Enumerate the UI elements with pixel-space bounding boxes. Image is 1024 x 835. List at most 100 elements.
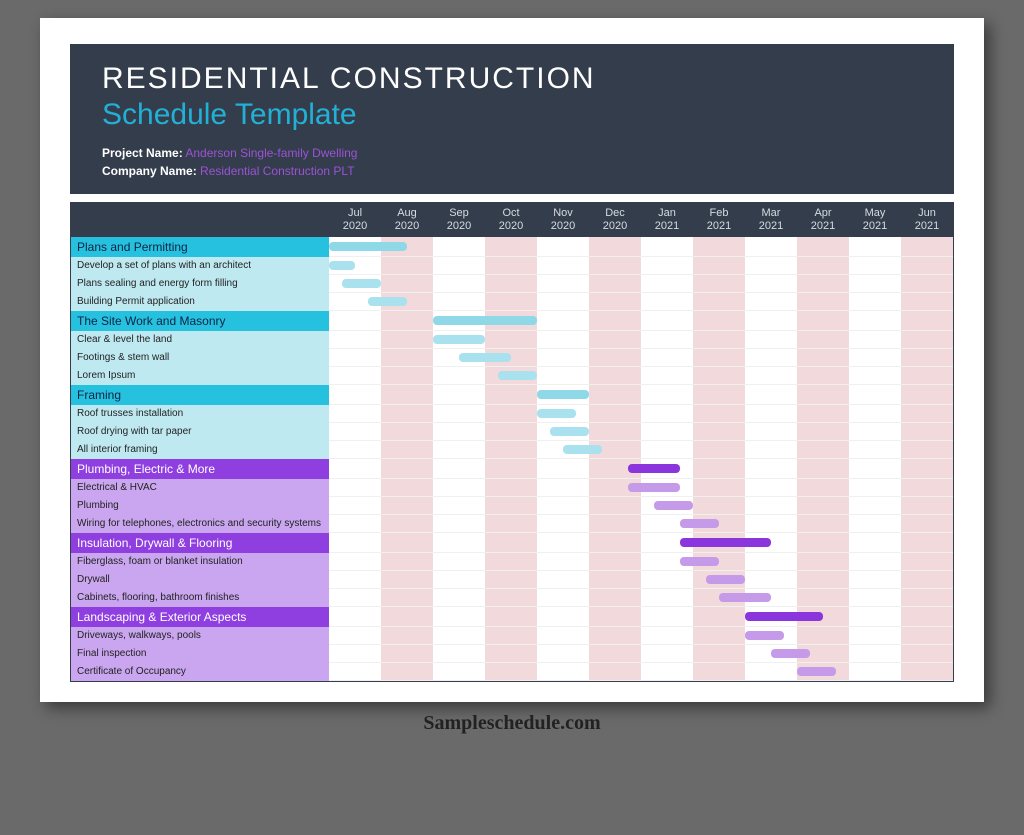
chart-cell	[329, 515, 953, 533]
page: RESIDENTIAL CONSTRUCTION Schedule Templa…	[40, 18, 984, 702]
gantt-bar	[537, 409, 576, 418]
title-line-2: Schedule Template	[102, 98, 922, 132]
task-row: Clear & level the land	[71, 331, 953, 349]
gantt-bar	[719, 593, 771, 602]
section-label: Framing	[71, 385, 329, 405]
gantt-bar	[563, 445, 602, 454]
task-label: Building Permit application	[71, 293, 329, 311]
chart-cell	[329, 311, 953, 331]
task-row: Fiberglass, foam or blanket insulation	[71, 553, 953, 571]
section-row: Landscaping & Exterior Aspects	[71, 607, 953, 627]
gantt-bar	[745, 612, 823, 621]
gantt-bar	[628, 464, 680, 473]
month-header: May2021	[849, 203, 901, 237]
month-header: Jul2020	[329, 203, 381, 237]
task-row: Footings & stem wall	[71, 349, 953, 367]
chart-cell	[329, 293, 953, 311]
chart-cell	[329, 367, 953, 385]
title-line-1: RESIDENTIAL CONSTRUCTION	[102, 62, 922, 96]
gantt-bar	[706, 575, 745, 584]
timeline-header-spacer	[71, 203, 329, 237]
task-label: Lorem Ipsum	[71, 367, 329, 385]
company-name-value: Residential Construction PLT	[200, 164, 355, 178]
task-label: Final inspection	[71, 645, 329, 663]
chart-cell	[329, 479, 953, 497]
section-row: Plumbing, Electric & More	[71, 459, 953, 479]
gantt-bar	[329, 242, 407, 251]
task-row: Electrical & HVAC	[71, 479, 953, 497]
task-label: Drywall	[71, 571, 329, 589]
month-header: Sep2020	[433, 203, 485, 237]
month-header: Feb2021	[693, 203, 745, 237]
gantt-body: Plans and PermittingDevelop a set of pla…	[71, 237, 953, 681]
section-row: Insulation, Drywall & Flooring	[71, 533, 953, 553]
chart-cell	[329, 607, 953, 627]
month-header: Oct2020	[485, 203, 537, 237]
project-name-value: Anderson Single-family Dwelling	[185, 146, 357, 160]
task-label: Fiberglass, foam or blanket insulation	[71, 553, 329, 571]
gantt-bar	[433, 316, 537, 325]
gantt-bar	[368, 297, 407, 306]
task-label: All interior framing	[71, 441, 329, 459]
task-row: Wiring for telephones, electronics and s…	[71, 515, 953, 533]
gantt-bar	[628, 483, 680, 492]
gantt-bar	[797, 667, 836, 676]
gantt-bar	[329, 261, 355, 270]
chart-cell	[329, 497, 953, 515]
chart-cell	[329, 645, 953, 663]
project-name-row: Project Name: Anderson Single-family Dwe…	[102, 146, 922, 160]
chart-cell	[329, 237, 953, 257]
task-row: All interior framing	[71, 441, 953, 459]
task-label: Clear & level the land	[71, 331, 329, 349]
gantt-bar	[342, 279, 381, 288]
chart-cell	[329, 441, 953, 459]
month-header: Apr2021	[797, 203, 849, 237]
gantt-bar	[550, 427, 589, 436]
chart-cell	[329, 257, 953, 275]
chart-cell	[329, 589, 953, 607]
task-label: Footings & stem wall	[71, 349, 329, 367]
task-label: Driveways, walkways, pools	[71, 627, 329, 645]
task-row: Certificate of Occupancy	[71, 663, 953, 681]
chart-cell	[329, 571, 953, 589]
watermark: Sampleschedule.com	[423, 712, 600, 735]
project-name-label: Project Name:	[102, 146, 183, 160]
section-label: Plans and Permitting	[71, 237, 329, 257]
gantt-chart: Jul2020Aug2020Sep2020Oct2020Nov2020Dec20…	[70, 202, 954, 682]
gantt-bar	[680, 557, 719, 566]
gantt-bar	[537, 390, 589, 399]
gantt-bar	[680, 538, 771, 547]
task-label: Electrical & HVAC	[71, 479, 329, 497]
month-header: Nov2020	[537, 203, 589, 237]
task-row: Plans sealing and energy form filling	[71, 275, 953, 293]
chart-cell	[329, 553, 953, 571]
task-row: Roof trusses installation	[71, 405, 953, 423]
section-row: Framing	[71, 385, 953, 405]
company-name-row: Company Name: Residential Construction P…	[102, 164, 922, 178]
task-label: Plumbing	[71, 497, 329, 515]
section-label: Plumbing, Electric & More	[71, 459, 329, 479]
chart-cell	[329, 663, 953, 681]
timeline-header: Jul2020Aug2020Sep2020Oct2020Nov2020Dec20…	[71, 203, 953, 237]
month-columns: Jul2020Aug2020Sep2020Oct2020Nov2020Dec20…	[329, 203, 953, 237]
section-row: The Site Work and Masonry	[71, 311, 953, 331]
gantt-bar	[654, 501, 693, 510]
gantt-bar	[680, 519, 719, 528]
month-header: Jun2021	[901, 203, 953, 237]
chart-cell	[329, 275, 953, 293]
month-header: Aug2020	[381, 203, 433, 237]
task-label: Roof trusses installation	[71, 405, 329, 423]
task-label: Roof drying with tar paper	[71, 423, 329, 441]
task-label: Cabinets, flooring, bathroom finishes	[71, 589, 329, 607]
section-row: Plans and Permitting	[71, 237, 953, 257]
gantt-bar	[498, 371, 537, 380]
chart-cell	[329, 423, 953, 441]
task-row: Plumbing	[71, 497, 953, 515]
section-label: Insulation, Drywall & Flooring	[71, 533, 329, 553]
task-row: Lorem Ipsum	[71, 367, 953, 385]
chart-cell	[329, 331, 953, 349]
task-label: Develop a set of plans with an architect	[71, 257, 329, 275]
chart-cell	[329, 385, 953, 405]
task-row: Develop a set of plans with an architect	[71, 257, 953, 275]
month-header: Dec2020	[589, 203, 641, 237]
